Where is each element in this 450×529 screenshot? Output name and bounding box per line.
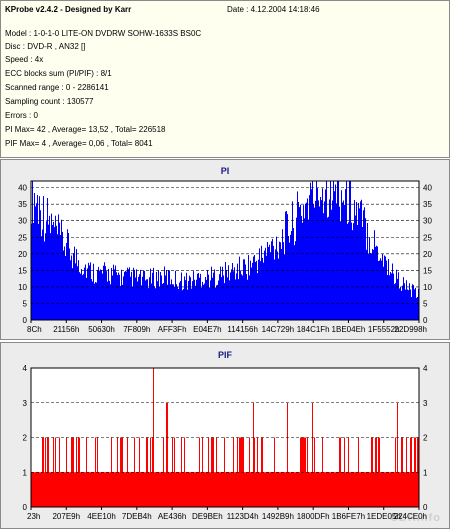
scan-date: Date : 4.12.2004 14:18:46 xyxy=(227,5,320,14)
x-tick-label: E04E7h xyxy=(193,325,221,334)
x-tick-label: 1492B9h xyxy=(262,512,294,521)
errors-line: Errors : 0 xyxy=(5,111,38,120)
x-tick-label: AE436h xyxy=(158,512,186,521)
x-tick-label: 1800DFh xyxy=(297,512,330,521)
ecc-line: ECC blocks sum (PI/PIF) : 8/1 xyxy=(5,69,112,78)
pif-chart-panel: PIF 0 0 1 1 2 2 3 3 4 4 23h 207E9h 4EE10h 7DEB4h AE436h… xyxy=(0,342,450,529)
pi-chart-panel: PI 0 0 5 5 10 10 15 15 20 20 25 25 30 30 35 35 40 40 8Ch 211… xyxy=(0,159,450,340)
y-tick-label-right: 15 xyxy=(423,266,432,275)
chart-title: PIF xyxy=(218,350,233,360)
x-tick-label: 7F809h xyxy=(123,325,150,334)
y-tick-label-left: 20 xyxy=(18,250,27,259)
x-tick-label: 184C1Fh xyxy=(297,325,330,334)
pif-chart: PIF 0 0 1 1 2 2 3 3 4 4 23h 207E9h 4EE10h 7DEB4h AE436h… xyxy=(23,350,428,521)
disc-line: Disc : DVD-R , AN32 [] xyxy=(5,42,86,51)
y-tick-label-right: 1 xyxy=(423,468,428,477)
x-tick-label: 22D998h xyxy=(395,325,427,334)
x-tick-label: 1BE04Eh xyxy=(332,325,366,334)
watermark: CDRinfo xyxy=(390,512,441,524)
app-title: KProbe v2.4.2 - Designed by Karr xyxy=(5,5,132,14)
pif-stats-line: PIF Max= 4 , Average= 0,06 , Total= 8041 xyxy=(5,139,153,148)
x-tick-label: 50630h xyxy=(88,325,115,334)
x-tick-label: 4EE10h xyxy=(87,512,115,521)
pi-chart: PI 0 0 5 5 10 10 15 15 20 20 25 25 30 30 35 35 40 40 8Ch 211… xyxy=(18,166,432,334)
x-tick-label: 21156h xyxy=(53,325,79,334)
y-tick-label-left: 35 xyxy=(18,200,27,209)
info-panel: KProbe v2.4.2 - Designed by Karr Date : … xyxy=(0,0,450,158)
x-tick-label: AFF3Fh xyxy=(158,325,187,334)
y-tick-label-left: 3 xyxy=(23,399,28,408)
y-tick-label-left: 1 xyxy=(23,468,28,477)
x-tick-label: 14C729h xyxy=(262,325,294,334)
y-tick-label-left: 0 xyxy=(23,503,28,512)
chart-title: PI xyxy=(221,166,230,176)
y-tick-label-left: 10 xyxy=(18,283,27,292)
sampling-line: Sampling count : 130577 xyxy=(5,97,94,106)
range-line: Scanned range : 0 - 2286141 xyxy=(5,83,109,92)
y-tick-label-right: 30 xyxy=(423,217,432,226)
x-tick-label: 1B6FE7h xyxy=(332,512,365,521)
y-tick-label-left: 4 xyxy=(23,364,28,373)
x-tick-label: DE9BEh xyxy=(192,512,223,521)
x-tick-label: 7DEB4h xyxy=(122,512,152,521)
y-tick-label-right: 20 xyxy=(423,250,432,259)
y-tick-label-right: 0 xyxy=(423,316,428,325)
y-tick-label-right: 25 xyxy=(423,233,432,242)
x-tick-label: 23h xyxy=(27,512,40,521)
x-tick-label: 207E9h xyxy=(52,512,80,521)
y-tick-label-left: 2 xyxy=(23,434,28,443)
y-tick-label-right: 3 xyxy=(423,399,428,408)
x-tick-label: 1123D4h xyxy=(227,512,259,521)
model-line: Model : 1-0-1-0 LITE-ON DVDRW SOHW-1633S… xyxy=(5,29,202,38)
y-tick-label-right: 40 xyxy=(423,184,432,193)
pi-stats-line: PI Max= 42 , Average= 13,52 , Total= 226… xyxy=(5,125,166,134)
kprobe-report: KProbe v2.4.2 - Designed by Karr Date : … xyxy=(0,0,450,529)
y-tick-label-left: 40 xyxy=(18,184,27,193)
y-tick-label-left: 25 xyxy=(18,233,27,242)
y-tick-label-left: 0 xyxy=(23,316,28,325)
y-tick-label-right: 0 xyxy=(423,503,428,512)
speed-line: Speed : 4x xyxy=(5,55,44,64)
y-tick-label-right: 5 xyxy=(423,299,428,308)
y-tick-label-right: 10 xyxy=(423,283,432,292)
y-tick-label-right: 4 xyxy=(423,364,428,373)
x-tick-label: 8Ch xyxy=(27,325,42,334)
y-tick-label-left: 5 xyxy=(23,299,28,308)
y-tick-label-left: 30 xyxy=(18,217,27,226)
y-tick-label-right: 35 xyxy=(423,200,432,209)
y-tick-label-left: 15 xyxy=(18,266,27,275)
x-tick-label: 114156h xyxy=(227,325,258,334)
y-tick-label-right: 2 xyxy=(423,434,428,443)
